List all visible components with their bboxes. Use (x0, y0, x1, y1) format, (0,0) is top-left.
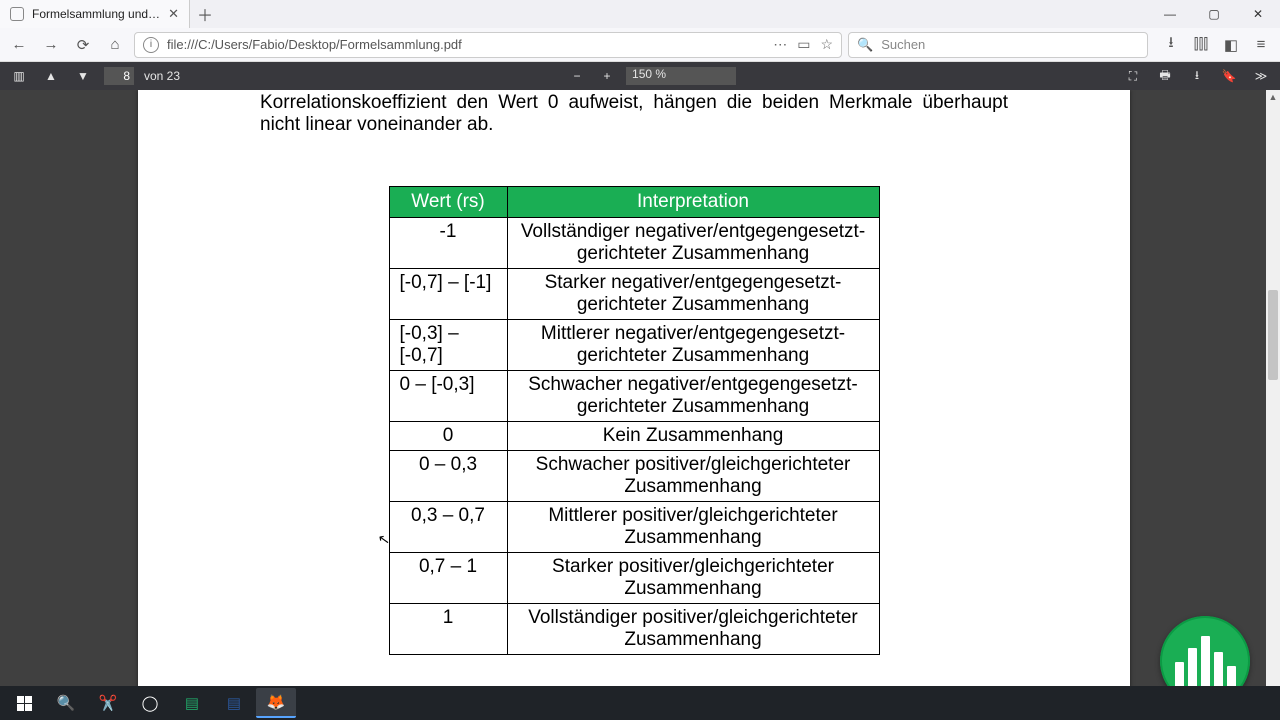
pdf-viewport[interactable]: negativer) linearer Zusammenhang zwische… (0, 90, 1280, 720)
table-cell-value: 0,7 – 1 (389, 552, 507, 603)
table-cell-interpretation: Schwacher positiver/gleichgerichteter Zu… (507, 450, 879, 501)
downloads-button[interactable]: ⭳ (1158, 32, 1184, 58)
url-text: file:///C:/Users/Fabio/Desktop/Formelsam… (167, 37, 765, 52)
sidebar-outline-button[interactable]: ▥ (8, 65, 30, 87)
search-box[interactable]: 🔍 Suchen (848, 32, 1148, 58)
presentation-button[interactable]: ⛶ (1122, 65, 1144, 87)
table-header-value: Wert (rs) (389, 186, 507, 217)
back-button[interactable]: ← (6, 32, 32, 58)
table-row: -1Vollständiger negativer/entgegengesetz… (389, 217, 879, 268)
table-row: 0 – 0,3Schwacher positiver/gleichgericht… (389, 450, 879, 501)
table-cell-value: [-0,7] – [-1] (389, 268, 507, 319)
new-tab-button[interactable]: ＋ (190, 0, 220, 28)
pdf-toolbar: ▥ ▲ ▼ von 23 − + 150 % ⛶ 🖶 ⭳ 🔖 ≫ (0, 62, 1280, 90)
table-cell-value: 0 – 0,3 (389, 450, 507, 501)
table-cell-interpretation: Mittlerer positiver/gleichgerichteter Zu… (507, 501, 879, 552)
interpretation-table: Wert (rs) Interpretation -1Vollständiger… (389, 186, 880, 655)
library-button[interactable]: ⫿⫿⫿ (1188, 32, 1214, 58)
zoom-out-button[interactable]: − (566, 65, 588, 87)
scroll-up-icon[interactable]: ▲ (1266, 90, 1280, 104)
browser-tab[interactable]: Formelsammlung und Hilfsmittel S ✕ (0, 0, 190, 28)
table-row: 0Kein Zusammenhang (389, 421, 879, 450)
taskbar-app-snip[interactable]: ✂️ (88, 688, 128, 718)
search-icon: 🔍 (857, 37, 873, 53)
tab-title: Formelsammlung und Hilfsmittel S (32, 7, 160, 21)
table-cell-interpretation: Vollständiger negativer/entgegengesetzt-… (507, 217, 879, 268)
table-row: [-0,3] – [-0,7]Mittlerer negativer/entge… (389, 319, 879, 370)
window-close-button[interactable]: ✕ (1236, 0, 1280, 28)
page-up-button[interactable]: ▲ (40, 65, 62, 87)
table-row: 0,3 – 0,7Mittlerer positiver/gleichgeric… (389, 501, 879, 552)
pdf-tools-button[interactable]: ≫ (1250, 65, 1272, 87)
pdf-favicon-icon (10, 7, 24, 21)
bookmark-star-icon[interactable]: ☆ (820, 36, 833, 53)
taskbar-search-button[interactable]: 🔍 (46, 688, 86, 718)
download-pdf-button[interactable]: ⭳ (1186, 65, 1208, 87)
taskbar-app-obs[interactable]: ◯ (130, 688, 170, 718)
page-number-input[interactable] (104, 67, 134, 85)
page-count-label: von 23 (144, 69, 180, 83)
window-minimize-button[interactable]: — (1148, 0, 1192, 28)
start-button[interactable] (4, 688, 44, 718)
windows-logo-icon (17, 696, 32, 711)
reload-button[interactable]: ⟳ (70, 32, 96, 58)
scrollbar-thumb[interactable] (1268, 290, 1278, 380)
table-row: 1Vollständiger positiver/gleichgerichtet… (389, 603, 879, 654)
table-row: [-0,7] – [-1]Starker negativer/entgegeng… (389, 268, 879, 319)
close-tab-icon[interactable]: ✕ (168, 6, 179, 22)
table-row: 0,7 – 1Starker positiver/gleichgerichtet… (389, 552, 879, 603)
vertical-scrollbar[interactable]: ▲ ▼ (1266, 90, 1280, 720)
more-actions-icon[interactable]: ⋯ (773, 36, 787, 53)
reader-mode-icon[interactable]: ▭ (797, 36, 810, 53)
table-cell-interpretation: Starker negativer/entgegengesetzt-gerich… (507, 268, 879, 319)
print-button[interactable]: 🖶 (1154, 65, 1176, 87)
search-placeholder: Suchen (881, 37, 925, 52)
table-header-interpretation: Interpretation (507, 186, 879, 217)
titlebar: Formelsammlung und Hilfsmittel S ✕ ＋ — ▢… (0, 0, 1280, 28)
page-down-button[interactable]: ▼ (72, 65, 94, 87)
forward-button[interactable]: → (38, 32, 64, 58)
taskbar-app-word[interactable]: ▤ (214, 688, 254, 718)
window-maximize-button[interactable]: ▢ (1192, 0, 1236, 28)
bookmark-page-button[interactable]: 🔖 (1218, 65, 1240, 87)
table-cell-interpretation: Starker positiver/gleichgerichteter Zusa… (507, 552, 879, 603)
url-bar[interactable]: i file:///C:/Users/Fabio/Desktop/Formels… (134, 32, 842, 58)
table-cell-interpretation: Mittlerer negativer/entgegengesetzt-geri… (507, 319, 879, 370)
app-menu-button[interactable]: ≡ (1248, 32, 1274, 58)
table-cell-interpretation: Kein Zusammenhang (507, 421, 879, 450)
sidebar-toggle-button[interactable]: ◧ (1218, 32, 1244, 58)
table-cell-value: 0,3 – 0,7 (389, 501, 507, 552)
table-cell-interpretation: Vollständiger positiver/gleichgerichtete… (507, 603, 879, 654)
pdf-page: negativer) linearer Zusammenhang zwische… (138, 90, 1130, 720)
table-row: 0 – [-0,3]Schwacher negativer/entgegenge… (389, 370, 879, 421)
site-info-icon[interactable]: i (143, 37, 159, 53)
windows-taskbar: 🔍 ✂️ ◯ ▤ ▤ 🦊 (0, 686, 1280, 720)
taskbar-app-excel[interactable]: ▤ (172, 688, 212, 718)
zoom-select[interactable]: 150 % (626, 67, 736, 85)
table-cell-value: 0 – [-0,3] (389, 370, 507, 421)
table-cell-value: [-0,3] – [-0,7] (389, 319, 507, 370)
home-button[interactable]: ⌂ (102, 32, 128, 58)
table-cell-value: 1 (389, 603, 507, 654)
taskbar-app-firefox[interactable]: 🦊 (256, 688, 296, 718)
table-cell-value: -1 (389, 217, 507, 268)
zoom-in-button[interactable]: + (596, 65, 618, 87)
table-cell-value: 0 (389, 421, 507, 450)
table-cell-interpretation: Schwacher negativer/entgegengesetzt-geri… (507, 370, 879, 421)
paragraph-text: negativer) linearer Zusammenhang zwische… (260, 90, 1008, 136)
navbar: ← → ⟳ ⌂ i file:///C:/Users/Fabio/Desktop… (0, 28, 1280, 62)
